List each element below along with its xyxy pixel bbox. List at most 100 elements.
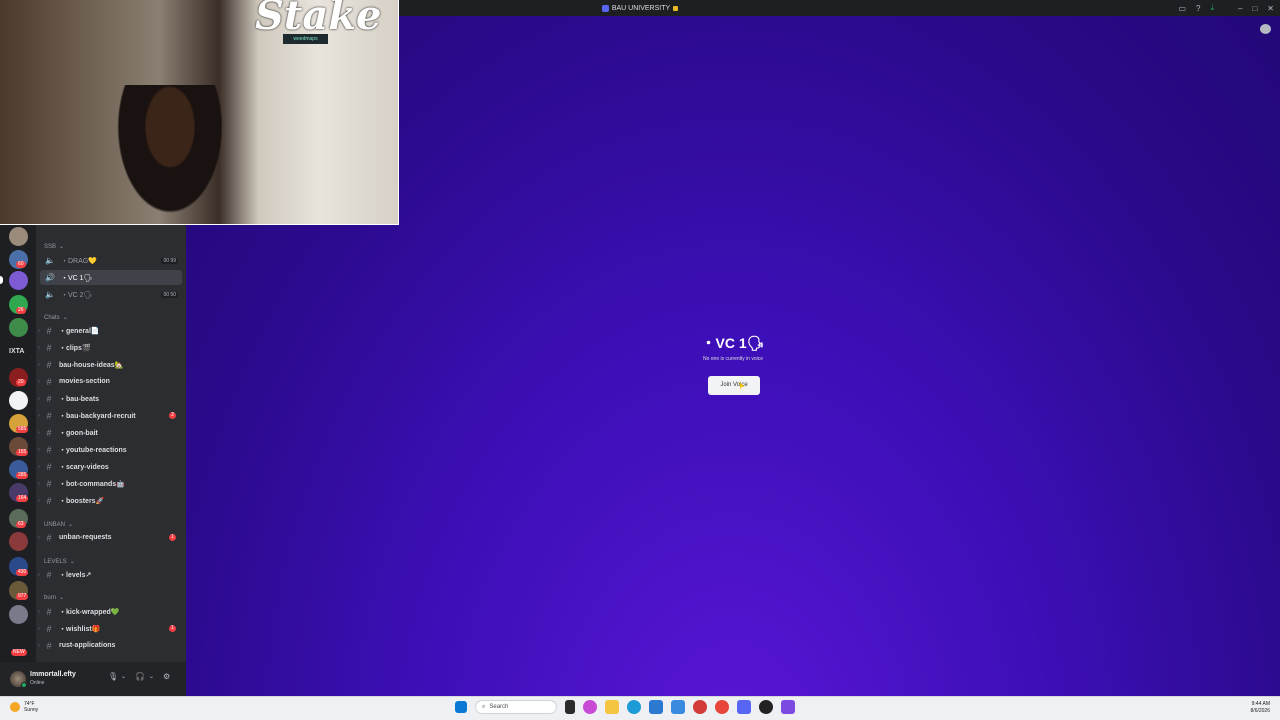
inbox-icon[interactable]: ▭	[1178, 4, 1186, 13]
mention-badge: 164	[16, 495, 29, 502]
user-status: Online	[30, 680, 45, 686]
lock-icon	[673, 5, 679, 11]
hash-icon: #	[46, 495, 52, 506]
microphone-icon[interactable]: 🎙	[108, 672, 118, 681]
streamer-video	[110, 85, 230, 224]
clock-time: 9:44 AM	[1251, 701, 1270, 707]
text-channel[interactable]: › # ・bau-backyard-recruit 2	[36, 408, 184, 423]
mention-badge: 285	[16, 472, 29, 479]
new-badge: NEW	[11, 649, 27, 656]
hash-icon: #	[46, 623, 52, 634]
edge-icon[interactable]	[627, 700, 641, 714]
mention-badge: 977	[16, 593, 29, 600]
server-icon[interactable]	[9, 532, 28, 551]
text-channel[interactable]: › # movies-section	[36, 374, 184, 389]
user-limit-counter: 00 99	[161, 257, 178, 264]
mention-badge: 26	[16, 307, 26, 314]
file-explorer-icon[interactable]	[605, 700, 619, 714]
help-icon[interactable]: ?	[1196, 4, 1200, 13]
mention-badge: 20	[16, 379, 26, 386]
app-icon[interactable]	[781, 700, 795, 714]
chat-icon[interactable]	[1260, 24, 1271, 34]
server-icon[interactable]	[9, 318, 28, 337]
user-panel: Immortall.efty Online 🎙 ⌄ 🎧 ⌄ ⚙	[0, 662, 186, 696]
task-view-icon[interactable]	[565, 700, 575, 714]
channel-sidebar: SSB ⌄ 🔈 ・DRAG💛 00 99 🔊 ・VC 1🗣 🔈 ・VC 2🗣 00…	[36, 225, 186, 662]
app-icon[interactable]	[693, 700, 707, 714]
voice-status-text: No one is currently in voice	[702, 356, 764, 362]
server-icon[interactable]	[9, 391, 28, 410]
hash-icon: #	[46, 410, 52, 421]
search-icon: ⌕	[482, 703, 486, 710]
category-chats[interactable]: Chats ⌄	[44, 314, 68, 322]
clock-date: 8/6/2026	[1250, 708, 1270, 714]
hash-icon: #	[46, 640, 52, 651]
server-icon[interactable]	[9, 605, 28, 624]
hash-icon: #	[46, 427, 52, 438]
server-text-icon[interactable]: IXTA	[9, 348, 24, 355]
unread-badge: 1	[169, 625, 176, 632]
windows-start-icon[interactable]	[455, 701, 467, 713]
text-channel[interactable]: › # ・wishlist🎁 1	[36, 621, 184, 636]
hash-icon: #	[46, 569, 52, 580]
chevron-down-icon[interactable]: ⌄	[121, 673, 126, 680]
voice-channel-drag[interactable]: 🔈 ・DRAG💛 00 99	[36, 253, 184, 268]
join-voice-button[interactable]: Join Voice	[708, 376, 760, 395]
weather-widget[interactable]: 74°F Sunny	[10, 701, 38, 713]
close-button[interactable]: ✕	[1267, 4, 1274, 13]
system-clock[interactable]: 9:44 AM 8/6/2026	[1251, 701, 1270, 715]
sponsor-sign: weedmaps	[283, 34, 328, 44]
hash-icon: #	[46, 359, 52, 370]
hash-icon: #	[46, 325, 52, 336]
hash-icon: #	[46, 532, 52, 543]
headphones-icon[interactable]: 🎧	[135, 672, 145, 681]
webcam-overlay: Stake weedmaps	[0, 0, 399, 225]
discord-icon[interactable]	[737, 700, 751, 714]
minimize-button[interactable]: –	[1238, 4, 1242, 13]
store-icon[interactable]	[649, 700, 663, 714]
selected-server-pill	[0, 276, 3, 284]
copilot-icon[interactable]	[583, 700, 597, 714]
text-channel[interactable]: › # ・levels↗	[36, 567, 184, 582]
media-player-icon[interactable]	[759, 700, 773, 714]
speaker-icon: 🔈	[45, 290, 55, 299]
text-channel[interactable]: › # bau-house-ideas🏡	[36, 357, 184, 372]
maximize-button[interactable]: □	[1252, 4, 1257, 13]
speaker-icon: 🔊	[45, 273, 55, 282]
taskbar-search[interactable]: ⌕ Search	[475, 700, 557, 714]
gear-icon[interactable]: ⚙	[163, 672, 170, 681]
mention-badge: 155	[16, 449, 29, 456]
text-channel[interactable]: › # ・clips🎬	[36, 340, 184, 355]
chevron-down-icon: ⌄	[62, 315, 68, 321]
category-burn[interactable]: burn ⌄	[44, 594, 64, 602]
app-icon[interactable]	[671, 700, 685, 714]
text-channel[interactable]: › # unban-requests 1	[36, 530, 184, 545]
voice-channel-vc2[interactable]: 🔈 ・VC 2🗣 00 50	[36, 287, 184, 302]
download-icon[interactable]: ⤓	[1210, 3, 1214, 13]
category-unban[interactable]: UNBAN ⌄	[44, 521, 73, 529]
text-channel[interactable]: › # rust-applications	[36, 638, 184, 653]
category-ssb[interactable]: SSB ⌄	[44, 243, 64, 251]
username[interactable]: Immortall.efty	[30, 671, 76, 678]
hash-icon: #	[46, 606, 52, 617]
text-channel[interactable]: › # ・goon-bait	[36, 425, 184, 440]
mention-badge: 430	[16, 569, 29, 576]
server-icon	[601, 4, 609, 12]
chevron-down-icon[interactable]: ⌄	[149, 673, 154, 680]
text-channel[interactable]: › # ・bot-commands🤖	[36, 476, 184, 491]
text-channel[interactable]: › # ・general📄	[36, 323, 184, 338]
text-channel[interactable]: › # ・kick-wrapped💚	[36, 604, 184, 619]
hash-icon: #	[46, 376, 52, 387]
text-channel[interactable]: › # ・bau-beats	[36, 391, 184, 406]
text-channel[interactable]: › # ・boosters🚀	[36, 493, 184, 508]
server-icon[interactable]	[9, 227, 28, 246]
weather-description: Sunny	[24, 707, 39, 713]
text-channel[interactable]: › # ・youtube-reactions	[36, 442, 184, 457]
category-levels[interactable]: LEVELS ⌄	[44, 558, 75, 566]
online-status-icon	[21, 682, 27, 688]
server-rail: 60 26 IXTA 20 585 155 285 164 63 430 977…	[0, 225, 36, 662]
voice-channel-vc1[interactable]: 🔊 ・VC 1🗣	[40, 270, 182, 285]
text-channel[interactable]: › # ・scary-videos	[36, 459, 184, 474]
server-icon[interactable]	[9, 271, 28, 290]
chrome-icon[interactable]	[715, 700, 729, 714]
